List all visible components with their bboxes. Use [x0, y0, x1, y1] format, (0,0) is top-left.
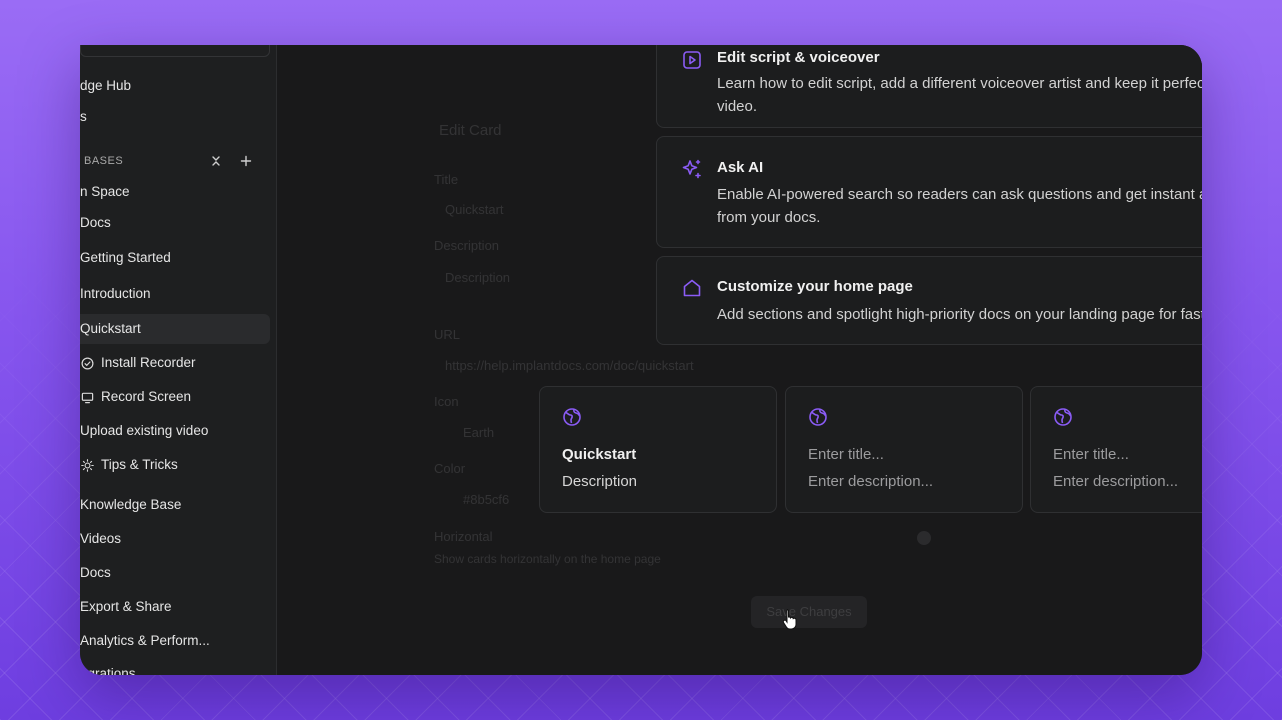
sidebar-item-label: Export & Share: [80, 599, 172, 614]
ghost-field-label: Color: [434, 461, 466, 476]
ghost-field-label: Description: [434, 238, 500, 253]
sidebar-item-introduction[interactable]: Introduction: [80, 279, 151, 309]
feature-card-customize-home[interactable]: Customize your home page Add sections an…: [656, 256, 1202, 345]
sidebar-item-docs[interactable]: Docs: [80, 208, 111, 238]
sidebar-item-label: Knowledge Base: [80, 497, 182, 512]
ghost-field-value: Description: [445, 270, 511, 285]
sidebar-item-export-share[interactable]: Export & Share: [80, 592, 172, 622]
sidebar-item-install-recorder[interactable]: Install Recorder: [80, 348, 196, 378]
sidebar-item-open-space[interactable]: n Space: [80, 177, 130, 207]
ghost-field-label: Icon: [434, 394, 459, 409]
tile-description-input[interactable]: Enter description...: [808, 473, 933, 490]
sidebar-item-label: dge Hub: [80, 78, 132, 93]
globe-icon: [562, 407, 584, 429]
sidebar-item-analytics[interactable]: Analytics & Perform...: [80, 626, 210, 656]
ghost-field-label: Horizontal: [434, 529, 493, 544]
ghost-field-value: Quickstart: [445, 202, 504, 217]
feature-title: Customize your home page: [717, 278, 913, 295]
doc-tile-quickstart[interactable]: Quickstart Description: [539, 386, 777, 513]
sidebar-item-label: Record Screen: [101, 389, 192, 404]
sidebar-item-integrations[interactable]: egrations: [80, 659, 136, 675]
feature-title: Ask AI: [717, 159, 764, 176]
tile-description: Description: [562, 473, 638, 490]
ghost-field-value: Earth: [463, 425, 495, 440]
feature-card-edit-script[interactable]: Edit script & voiceover Learn how to edi…: [656, 45, 1202, 128]
sidebar-item-label: Install Recorder: [101, 355, 196, 370]
sidebar-item-label: Getting Started: [80, 250, 171, 265]
sidebar-item-label: Docs: [80, 215, 111, 230]
tile-title: Quickstart: [562, 446, 637, 463]
sidebar-item-knowledge-hub[interactable]: dge Hub: [80, 71, 131, 101]
section-label: BASES: [84, 155, 124, 167]
check-circle-icon: [80, 356, 94, 370]
globe-icon: [1053, 407, 1075, 429]
app-window: dge Hub s BASES n Space Docs Getting Sta…: [80, 45, 1202, 675]
sidebar-item-label: s: [80, 109, 87, 124]
feature-description: Learn how to edit script, add a differen…: [717, 75, 1202, 115]
sparkle-icon: [681, 158, 703, 180]
sidebar-item-getting-started[interactable]: Getting Started: [80, 243, 171, 273]
sidebar-item-docs-2[interactable]: Docs: [80, 558, 111, 588]
tile-description-input[interactable]: Enter description...: [1053, 473, 1178, 490]
home-icon: [681, 277, 703, 299]
ghost-field-value: https://help.implantdocs.com/doc/quickst…: [445, 358, 694, 373]
sidebar-item-label: Upload existing video: [80, 423, 209, 438]
collapse-icon[interactable]: [206, 151, 226, 171]
ghost-save-button: Save Changes: [751, 596, 867, 628]
sidebar-item-tips-tricks[interactable]: Tips & Tricks: [80, 450, 178, 480]
ghost-field-value: #8b5cf6: [463, 492, 510, 507]
ghost-field-label: Title: [434, 172, 459, 187]
ghost-field-help: Show cards horizontally on the home page: [434, 552, 661, 566]
sidebar-item-label: egrations: [80, 666, 136, 675]
sidebar-item-videos[interactable]: Videos: [80, 524, 121, 554]
hand-cursor-icon: [782, 609, 797, 630]
sidebar-item-label: Quickstart: [80, 321, 141, 336]
sidebar-item-settings[interactable]: s: [80, 102, 87, 132]
ghost-field-label: URL: [434, 327, 461, 342]
sidebar-item-label: Docs: [80, 565, 111, 580]
monitor-icon: [80, 390, 94, 404]
feature-card-ask-ai[interactable]: Ask AI Enable AI-powered search so reade…: [656, 136, 1202, 248]
sidebar-item-record-screen[interactable]: Record Screen: [80, 382, 191, 412]
sidebar-item-label: Tips & Tricks: [101, 457, 178, 472]
sidebar-search-box[interactable]: [80, 45, 270, 57]
sidebar: dge Hub s BASES n Space Docs Getting Sta…: [80, 45, 277, 675]
plus-icon[interactable]: [236, 151, 256, 171]
tile-title-input[interactable]: Enter title...: [1053, 446, 1129, 463]
sidebar-item-label: Introduction: [80, 286, 151, 301]
feature-description: Add sections and spotlight high-priority…: [717, 306, 1202, 323]
doc-tile-empty-2[interactable]: Enter title... Enter description...: [1030, 386, 1202, 513]
main-content: Edit Card Title Quickstart Description D…: [277, 45, 1202, 675]
sidebar-item-label: Videos: [80, 531, 122, 546]
sidebar-item-upload-video[interactable]: Upload existing video: [80, 416, 208, 446]
knowledge-bases-section-header: BASES: [80, 151, 270, 171]
globe-icon: [808, 407, 830, 429]
feature-title: Edit script & voiceover: [717, 49, 880, 66]
sidebar-item-quickstart[interactable]: Quickstart: [80, 314, 270, 344]
feature-description: Enable AI-powered search so readers can …: [717, 186, 1202, 226]
doc-tile-empty-1[interactable]: Enter title... Enter description...: [785, 386, 1023, 513]
ghost-form-title: Edit Card: [439, 122, 502, 139]
sidebar-item-knowledge-base[interactable]: Knowledge Base: [80, 490, 181, 520]
tile-title-input[interactable]: Enter title...: [808, 446, 884, 463]
play-square-icon: [681, 49, 703, 71]
sidebar-item-label: Analytics & Perform...: [80, 633, 210, 648]
sun-icon: [80, 458, 94, 472]
sidebar-item-label: n Space: [80, 184, 130, 199]
ghost-toggle: [917, 531, 931, 545]
